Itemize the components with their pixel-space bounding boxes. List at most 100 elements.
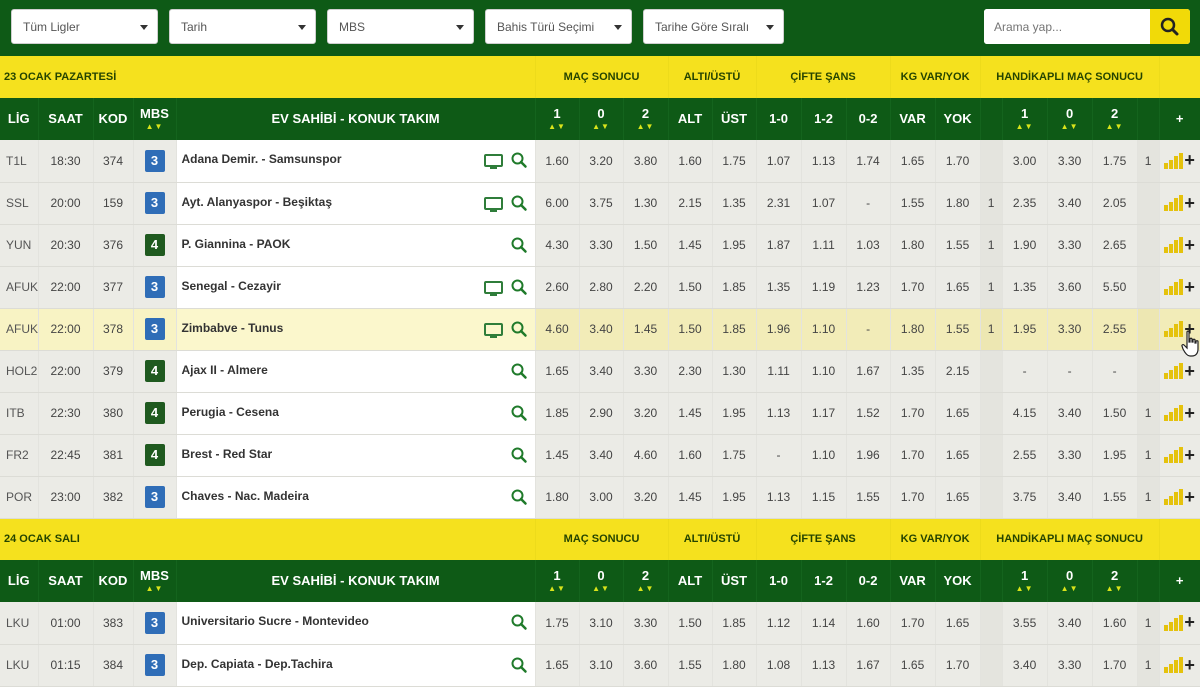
odds-ust[interactable]: 1.95: [712, 224, 757, 267]
add-to-coupon-icon[interactable]: +: [1184, 193, 1195, 213]
odds-c10[interactable]: 1.12: [756, 602, 802, 645]
odds-c02[interactable]: 1.67: [846, 350, 891, 393]
odds-h0[interactable]: 3.60: [1047, 266, 1093, 309]
odds-ust[interactable]: 1.85: [712, 308, 757, 351]
odds-h2[interactable]: -: [1092, 350, 1138, 393]
column-header[interactable]: 0 ▲▼: [1047, 98, 1093, 140]
odds-h1[interactable]: 3.40: [1002, 644, 1048, 687]
match-teams-cell[interactable]: Ajax II - Almere: [176, 350, 536, 393]
match-teams-cell[interactable]: Adana Demir. - Samsunspor: [176, 140, 536, 183]
match-teams[interactable]: Adana Demir. - Samsunspor: [182, 152, 342, 166]
odds-yok[interactable]: 1.65: [935, 266, 981, 309]
odds-h2[interactable]: 2.05: [1092, 182, 1138, 225]
match-teams[interactable]: P. Giannina - PAOK: [182, 237, 291, 251]
odds-h1[interactable]: 3.00: [1002, 140, 1048, 183]
odds-o0[interactable]: 3.00: [579, 476, 624, 519]
odds-alt[interactable]: 2.15: [668, 182, 713, 225]
odds-h0[interactable]: 3.40: [1047, 392, 1093, 435]
odds-o2[interactable]: 4.60: [623, 434, 669, 477]
stats-icon[interactable]: [1164, 195, 1184, 211]
odds-ust[interactable]: 1.85: [712, 266, 757, 309]
odds-h0[interactable]: -: [1047, 350, 1093, 393]
odds-o2[interactable]: 3.30: [623, 602, 669, 645]
odds-o1[interactable]: 1.65: [535, 644, 580, 687]
match-row[interactable]: ITB 22:30 380 4 Perugia - Cesena 1.85 2.90 3.20…: [0, 392, 1200, 435]
odds-var[interactable]: 1.70: [890, 392, 936, 435]
odds-c02[interactable]: 1.03: [846, 224, 891, 267]
odds-c10[interactable]: 1.96: [756, 308, 802, 351]
odds-c12[interactable]: 1.15: [801, 476, 847, 519]
odds-yok[interactable]: 1.55: [935, 308, 981, 351]
match-row[interactable]: AFUK 22:00 378 3 Zimbabve - Tunus 4.60 3.40 1.4…: [0, 308, 1200, 351]
odds-o2[interactable]: 1.30: [623, 182, 669, 225]
match-teams[interactable]: Perugia - Cesena: [182, 405, 279, 419]
odds-alt[interactable]: 1.60: [668, 434, 713, 477]
odds-yok[interactable]: 1.65: [935, 602, 981, 645]
match-row[interactable]: POR 23:00 382 3 Chaves - Nac. Madeira 1.80 3.0…: [0, 476, 1200, 519]
match-row[interactable]: YUN 20:30 376 4 P. Giannina - PAOK 4.30 3.30 1.…: [0, 224, 1200, 267]
stats-icon[interactable]: [1164, 405, 1184, 421]
add-to-coupon-icon[interactable]: +: [1184, 487, 1195, 507]
odds-h0[interactable]: 3.40: [1047, 602, 1093, 645]
magnifier-icon[interactable]: [510, 656, 528, 674]
odds-c02[interactable]: -: [846, 308, 891, 351]
odds-o1[interactable]: 1.85: [535, 392, 580, 435]
magnifier-icon[interactable]: [510, 488, 528, 506]
odds-o2[interactable]: 3.80: [623, 140, 669, 183]
odds-c10[interactable]: 1.11: [756, 350, 802, 393]
odds-h0[interactable]: 3.30: [1047, 140, 1093, 183]
stats-icon[interactable]: [1164, 363, 1184, 379]
odds-alt[interactable]: 1.50: [668, 602, 713, 645]
odds-alt[interactable]: 1.45: [668, 224, 713, 267]
odds-o1[interactable]: 4.60: [535, 308, 580, 351]
match-teams[interactable]: Brest - Red Star: [182, 447, 273, 461]
odds-o1[interactable]: 2.60: [535, 266, 580, 309]
odds-ust[interactable]: 1.75: [712, 434, 757, 477]
odds-o1[interactable]: 1.45: [535, 434, 580, 477]
odds-alt[interactable]: 2.30: [668, 350, 713, 393]
odds-var[interactable]: 1.65: [890, 140, 936, 183]
odds-o2[interactable]: 1.45: [623, 308, 669, 351]
odds-h1[interactable]: 1.35: [1002, 266, 1048, 309]
odds-o2[interactable]: 3.30: [623, 350, 669, 393]
odds-alt[interactable]: 1.45: [668, 392, 713, 435]
odds-h0[interactable]: 3.30: [1047, 434, 1093, 477]
odds-c12[interactable]: 1.10: [801, 350, 847, 393]
match-row[interactable]: FR2 22:45 381 4 Brest - Red Star 1.45 3.40 4.60…: [0, 434, 1200, 477]
odds-o0[interactable]: 3.40: [579, 350, 624, 393]
odds-yok[interactable]: 1.80: [935, 182, 981, 225]
odds-h1[interactable]: 4.15: [1002, 392, 1048, 435]
stats-icon[interactable]: [1164, 447, 1184, 463]
add-to-coupon-icon[interactable]: +: [1184, 235, 1195, 255]
odds-h2[interactable]: 1.70: [1092, 644, 1138, 687]
magnifier-icon[interactable]: [510, 613, 528, 631]
odds-var[interactable]: 1.70: [890, 476, 936, 519]
odds-h1[interactable]: -: [1002, 350, 1048, 393]
add-to-coupon-icon[interactable]: +: [1184, 403, 1195, 423]
odds-c10[interactable]: 1.08: [756, 644, 802, 687]
odds-c02[interactable]: 1.67: [846, 644, 891, 687]
stats-icon[interactable]: [1164, 152, 1184, 169]
odds-h1[interactable]: 3.55: [1002, 602, 1048, 645]
match-teams[interactable]: Dep. Capiata - Dep.Tachira: [182, 657, 333, 671]
odds-h1[interactable]: 1.95: [1002, 308, 1048, 351]
match-teams[interactable]: Ajax II - Almere: [182, 363, 268, 377]
match-row[interactable]: LKU 01:15 384 3 Dep. Capiata - Dep.Tachira 1.…: [0, 644, 1200, 687]
odds-var[interactable]: 1.65: [890, 644, 936, 687]
odds-c12[interactable]: 1.17: [801, 392, 847, 435]
odds-yok[interactable]: 1.65: [935, 476, 981, 519]
odds-o0[interactable]: 3.10: [579, 602, 624, 645]
match-teams-cell[interactable]: Dep. Capiata - Dep.Tachira: [176, 644, 536, 687]
odds-h2[interactable]: 1.95: [1092, 434, 1138, 477]
odds-yok[interactable]: 1.70: [935, 140, 981, 183]
odds-h1[interactable]: 3.75: [1002, 476, 1048, 519]
add-to-coupon-icon[interactable]: +: [1184, 150, 1195, 170]
match-teams-cell[interactable]: Universitario Sucre - Montevideo: [176, 602, 536, 645]
odds-o2[interactable]: 1.50: [623, 224, 669, 267]
odds-var[interactable]: 1.35: [890, 350, 936, 393]
match-teams-cell[interactable]: Brest - Red Star: [176, 434, 536, 477]
odds-o0[interactable]: 3.40: [579, 434, 624, 477]
add-to-coupon-icon[interactable]: +: [1184, 277, 1195, 297]
odds-o1[interactable]: 1.60: [535, 140, 580, 183]
odds-c02[interactable]: 1.23: [846, 266, 891, 309]
